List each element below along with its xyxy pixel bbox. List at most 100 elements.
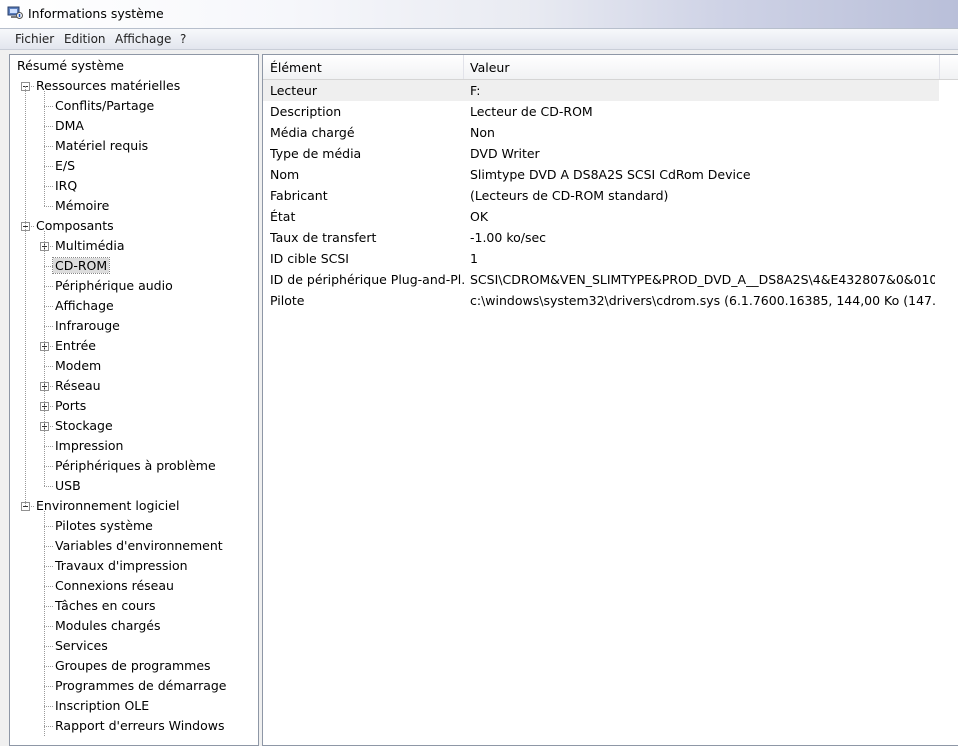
tree-connector — [44, 666, 53, 667]
row-element: État — [270, 209, 296, 224]
tree-item[interactable]: Résumé système — [15, 56, 126, 76]
tree-item[interactable]: Mémoire — [53, 196, 111, 216]
tree-item-label: Stockage — [55, 418, 113, 433]
list-row[interactable]: Pilote c:\windows\system32\drivers\cdrom.… — [263, 290, 939, 311]
tree-item[interactable]: Conflits/Partage — [53, 96, 156, 116]
menu-edition[interactable]: Edition — [64, 32, 106, 46]
tree-item-label: Composants — [36, 218, 114, 233]
tree-item[interactable]: Groupes de programmes — [53, 656, 213, 676]
tree-item[interactable]: Services — [53, 636, 110, 656]
tree-connector — [44, 526, 53, 527]
tree-item[interactable]: Affichage — [53, 296, 116, 316]
tree-item[interactable]: Impression — [53, 436, 125, 456]
tree-item-label: Mémoire — [55, 198, 110, 213]
tree-item-label: Programmes de démarrage — [55, 678, 227, 693]
list-row[interactable]: État OK — [263, 206, 939, 227]
column-separator[interactable] — [939, 55, 940, 79]
list-row[interactable]: ID de périphérique Plug-and-Pl... SCSI\CD… — [263, 269, 939, 290]
row-value: DVD Writer — [470, 146, 540, 161]
row-element: Taux de transfert — [270, 230, 377, 245]
tree-item-label: Périphériques à problème — [55, 458, 216, 473]
tree-connector — [44, 126, 53, 127]
tree-item-label: Modem — [55, 358, 102, 373]
tree-connector — [44, 286, 53, 287]
tree-item-label: Modules chargés — [55, 618, 161, 633]
tree-connector — [44, 146, 53, 147]
tree-item[interactable]: Pilotes système — [53, 516, 155, 536]
tree-connector — [44, 306, 53, 307]
menu-fichier[interactable]: Fichier — [15, 32, 54, 46]
title-bar[interactable]: Informations système — [0, 0, 958, 29]
tree-item-label: DMA — [55, 118, 84, 133]
tree-item[interactable]: Entrée — [53, 336, 98, 356]
tree-item[interactable]: Composants — [34, 216, 116, 236]
tree-item[interactable]: Connexions réseau — [53, 576, 176, 596]
row-value: F: — [470, 83, 481, 98]
tree-connector — [44, 206, 53, 207]
row-value: SCSI\CDROM&VEN_SLIMTYPE&PROD_DVD_A__DS8A… — [470, 272, 935, 287]
details-list[interactable]: Élément Valeur Lecteur F: Description Lecte… — [262, 54, 958, 746]
list-row[interactable]: Taux de transfert -1.00 ko/sec — [263, 227, 939, 248]
tree-connector — [44, 91, 45, 206]
tree-item-label: Résumé système — [17, 58, 124, 73]
tree-connector — [44, 726, 53, 727]
window-title: Informations système — [28, 6, 164, 21]
tree-item[interactable]: Stockage — [53, 416, 115, 436]
tree-item-label: Groupes de programmes — [55, 658, 211, 673]
list-row[interactable]: Type de média DVD Writer — [263, 143, 939, 164]
tree-item[interactable]: Modules chargés — [53, 616, 162, 636]
tree-item[interactable]: IRQ — [53, 176, 79, 196]
tree-item[interactable]: Variables d'environnement — [53, 536, 225, 556]
list-row[interactable]: Description Lecteur de CD-ROM — [263, 101, 939, 122]
tree-item[interactable]: Environnement logiciel — [34, 496, 181, 516]
tree-item[interactable]: Périphérique audio — [53, 276, 175, 296]
list-row[interactable]: Lecteur F: — [263, 80, 939, 101]
tree-connector — [25, 86, 26, 506]
tree-connector — [44, 606, 53, 607]
tree-item[interactable]: Modem — [53, 356, 103, 376]
column-header-value[interactable]: Valeur — [470, 60, 509, 75]
tree-item[interactable]: Ressources matérielles — [34, 76, 182, 96]
list-row[interactable]: Nom Slimtype DVD A DS8A2S SCSI CdRom Devi… — [263, 164, 939, 185]
tree-connector — [44, 511, 45, 736]
column-separator[interactable] — [463, 55, 464, 79]
tree-item[interactable]: Matériel requis — [53, 136, 150, 156]
tree-item[interactable]: USB — [53, 476, 83, 496]
tree-item[interactable]: Infrarouge — [53, 316, 122, 336]
tree-connector — [44, 466, 53, 467]
tree-connector — [44, 186, 53, 187]
menu-help[interactable]: ? — [180, 32, 186, 46]
list-row[interactable]: Média chargé Non — [263, 122, 939, 143]
tree-item[interactable]: Inscription OLE — [53, 696, 151, 716]
tree-item-label: Variables d'environnement — [55, 538, 223, 553]
tree-item[interactable]: Tâches en cours — [53, 596, 158, 616]
tree-item-label: Travaux d'impression — [55, 558, 188, 573]
row-value: Slimtype DVD A DS8A2S SCSI CdRom Device — [470, 167, 751, 182]
tree-item[interactable]: Travaux d'impression — [53, 556, 190, 576]
list-row[interactable]: Fabricant (Lecteurs de CD-ROM standard) — [263, 185, 939, 206]
category-tree[interactable]: Résumé système Ressources matérielles Conf… — [9, 54, 259, 746]
tree-connector — [44, 366, 53, 367]
tree-connector — [44, 446, 53, 447]
tree-item-label: IRQ — [55, 178, 78, 193]
tree-item[interactable]: Ports — [53, 396, 88, 416]
tree-item[interactable]: Rapport d'erreurs Windows — [53, 716, 226, 736]
tree-connector — [44, 106, 53, 107]
tree-item[interactable]: DMA — [53, 116, 86, 136]
tree-item-label: Services — [55, 638, 108, 653]
column-header-element[interactable]: Élément — [270, 60, 322, 75]
tree-item[interactable]: Programmes de démarrage — [53, 676, 229, 696]
row-value: OK — [470, 209, 489, 224]
tree-item[interactable]: Multimédia — [53, 236, 127, 256]
tree-item-label: Périphérique audio — [55, 278, 173, 293]
tree-item[interactable]: E/S — [53, 156, 77, 176]
tree-item[interactable]: Périphériques à problème — [53, 456, 218, 476]
tree-item[interactable]: Réseau — [53, 376, 103, 396]
tree-item-label: Environnement logiciel — [36, 498, 180, 513]
row-element: Lecteur — [270, 83, 317, 98]
tree-item[interactable]: CD-ROM — [51, 256, 111, 276]
menu-affichage[interactable]: Affichage — [115, 32, 171, 46]
list-row[interactable]: ID cible SCSI 1 — [263, 248, 939, 269]
tree-connector — [44, 626, 53, 627]
tree-item-label: Pilotes système — [55, 518, 153, 533]
